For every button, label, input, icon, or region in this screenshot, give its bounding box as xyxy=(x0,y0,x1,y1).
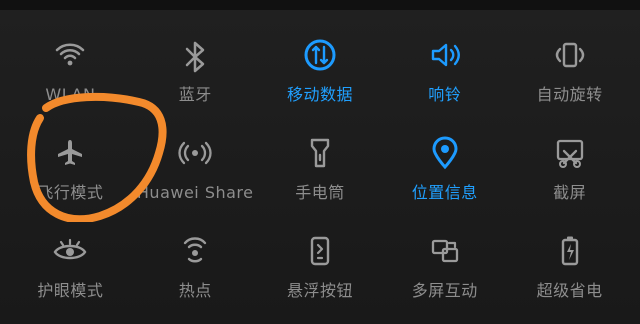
flashlight-toggle[interactable]: 手电筒 xyxy=(258,128,383,226)
huawei-share-toggle[interactable]: Huawei Share xyxy=(133,128,258,226)
bluetooth-icon xyxy=(174,34,216,76)
bluetooth-label: 蓝牙 xyxy=(178,85,212,104)
battery-saver-label: 超级省电 xyxy=(536,281,603,300)
auto-rotate-label: 自动旋转 xyxy=(536,85,603,104)
auto-rotate-icon xyxy=(549,34,591,76)
screenshot-toggle[interactable]: 截屏 xyxy=(507,128,632,226)
huawei-share-icon xyxy=(174,132,216,174)
hotspot-toggle[interactable]: 热点 xyxy=(133,226,258,324)
mobile-data-toggle[interactable]: 移动数据 xyxy=(258,30,383,128)
airplane-icon xyxy=(49,132,91,174)
floating-button-icon xyxy=(299,230,341,272)
eye-comfort-label: 护眼模式 xyxy=(37,281,104,300)
hotspot-label: 热点 xyxy=(178,281,212,300)
location-toggle[interactable]: 位置信息 xyxy=(382,128,507,226)
hotspot-icon xyxy=(174,230,216,272)
mobile-data-label: 移动数据 xyxy=(286,85,353,104)
airplane-mode-label: 飞行模式 xyxy=(37,183,104,202)
battery-saver-toggle[interactable]: 超级省电 xyxy=(507,226,632,324)
wifi-icon xyxy=(49,34,91,76)
flashlight-icon xyxy=(299,132,341,174)
flashlight-label: 手电筒 xyxy=(295,183,345,202)
wlan-toggle[interactable]: WLAN xyxy=(8,30,133,128)
airplane-mode-toggle[interactable]: 飞行模式 xyxy=(8,128,133,226)
ringer-label: 响铃 xyxy=(428,85,462,104)
multi-screen-toggle[interactable]: 多屏互动 xyxy=(382,226,507,324)
ringer-toggle[interactable]: 响铃 xyxy=(382,30,507,128)
eye-comfort-toggle[interactable]: 护眼模式 xyxy=(8,226,133,324)
wlan-label: WLAN xyxy=(45,85,96,104)
location-label: 位置信息 xyxy=(411,183,478,202)
huawei-share-label: Huawei Share xyxy=(136,183,254,202)
screenshot-label: 截屏 xyxy=(553,183,587,202)
mobile-data-icon xyxy=(299,34,341,76)
multi-screen-label: 多屏互动 xyxy=(411,281,478,300)
screenshot-icon xyxy=(549,132,591,174)
floating-button-toggle[interactable]: 悬浮按钮 xyxy=(258,226,383,324)
location-icon xyxy=(424,132,466,174)
eye-comfort-icon xyxy=(49,230,91,272)
ringer-icon xyxy=(424,34,466,76)
battery-saver-icon xyxy=(549,230,591,272)
quick-settings-panel: WLAN 蓝牙 移动数据 响铃 自动旋转 飞行模式 Huawei Share 手… xyxy=(0,0,640,320)
quick-settings-grid: WLAN 蓝牙 移动数据 响铃 自动旋转 飞行模式 Huawei Share 手… xyxy=(8,30,632,305)
bluetooth-toggle[interactable]: 蓝牙 xyxy=(133,30,258,128)
floating-button-label: 悬浮按钮 xyxy=(286,281,353,300)
auto-rotate-toggle[interactable]: 自动旋转 xyxy=(507,30,632,128)
top-edge xyxy=(0,0,640,10)
multi-screen-icon xyxy=(424,230,466,272)
